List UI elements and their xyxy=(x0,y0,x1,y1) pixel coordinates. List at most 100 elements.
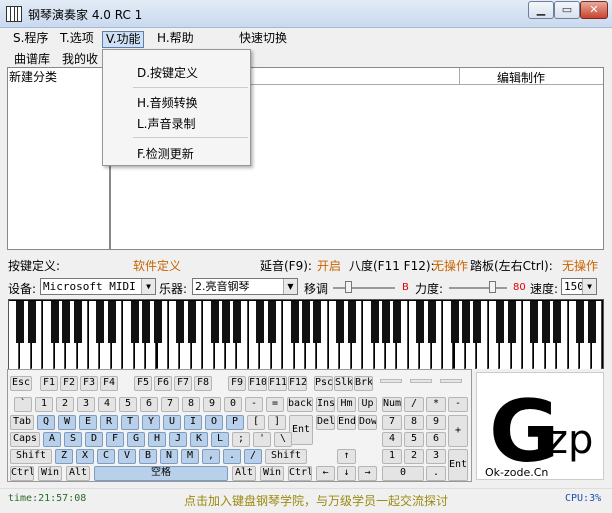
piano-black-key[interactable] xyxy=(210,301,219,343)
key-f8[interactable]: F8 xyxy=(194,376,212,391)
piano-black-key[interactable] xyxy=(256,301,265,343)
key[interactable]: . xyxy=(426,466,446,481)
key[interactable]: - xyxy=(448,397,468,412)
key[interactable]: 6 xyxy=(426,432,446,447)
piano-black-key[interactable] xyxy=(153,301,162,343)
key[interactable]: Q xyxy=(37,415,55,430)
key[interactable]: J xyxy=(169,432,187,447)
piano-black-key[interactable] xyxy=(507,301,516,343)
key[interactable]: G xyxy=(127,432,145,447)
key[interactable]: ] xyxy=(268,415,286,430)
key[interactable]: Shift xyxy=(265,449,307,464)
pedal-value[interactable]: 无操作 xyxy=(562,257,598,274)
key[interactable]: C xyxy=(97,449,115,464)
tab-favorites[interactable]: 我的收藏 xyxy=(58,51,106,67)
menu-help[interactable]: H.帮助 xyxy=(154,31,197,48)
key[interactable]: \ xyxy=(274,432,292,447)
menu-quick-switch[interactable]: 快速切换 xyxy=(236,31,290,48)
key[interactable]: Win xyxy=(260,466,284,481)
key[interactable]: H xyxy=(148,432,166,447)
menu-item-sound-record[interactable]: L.声音录制 xyxy=(137,115,196,132)
instrument-select[interactable]: 2.亮音钢琴 ▼ xyxy=(192,278,298,295)
key[interactable]: ' xyxy=(253,432,271,447)
key[interactable]: Alt xyxy=(66,466,90,481)
key[interactable]: A xyxy=(43,432,61,447)
tab-score-library[interactable]: 曲谱库 xyxy=(10,51,54,67)
key[interactable]: P xyxy=(226,415,244,430)
key[interactable]: Caps xyxy=(10,432,40,447)
key-plus[interactable]: + xyxy=(448,415,468,447)
transpose-slider[interactable] xyxy=(333,279,395,295)
key[interactable]: 8 xyxy=(404,415,424,430)
piano-black-key[interactable] xyxy=(302,301,310,343)
key[interactable]: / xyxy=(244,449,262,464)
keydef-value[interactable]: 软件定义 xyxy=(133,257,181,274)
key[interactable]: L xyxy=(211,432,229,447)
key[interactable]: 4 xyxy=(98,397,116,412)
minimize-button[interactable]: ▁ xyxy=(528,1,554,19)
piano-black-key[interactable] xyxy=(50,301,59,343)
key[interactable]: Ctrl xyxy=(288,466,312,481)
sustain-value[interactable]: 开启 xyxy=(317,257,341,274)
piano-black-key[interactable] xyxy=(267,301,276,343)
piano-black-key[interactable] xyxy=(27,301,36,343)
menu-item-check-update[interactable]: F.检测更新 xyxy=(137,145,194,162)
slider-thumb[interactable] xyxy=(345,281,352,293)
key[interactable]: Dow xyxy=(358,415,377,430)
key[interactable]: Shift xyxy=(10,449,52,464)
piano-black-key[interactable] xyxy=(62,301,71,343)
key[interactable]: K xyxy=(190,432,208,447)
key[interactable]: ` xyxy=(14,397,32,412)
key[interactable]: Ctrl xyxy=(10,466,34,481)
key[interactable]: End xyxy=(337,415,356,430)
key[interactable]: Ent xyxy=(289,415,313,445)
maximize-button[interactable]: ▭ xyxy=(554,1,580,19)
piano-black-key[interactable] xyxy=(450,301,459,343)
key-f9[interactable]: F9 xyxy=(228,376,246,391)
key[interactable]: 9 xyxy=(203,397,221,412)
key[interactable]: 3 xyxy=(77,397,95,412)
close-button[interactable]: ✕ xyxy=(580,1,608,19)
key[interactable]: 2 xyxy=(56,397,74,412)
key[interactable]: M xyxy=(181,449,199,464)
piano-black-key[interactable] xyxy=(461,301,470,343)
promo-link[interactable]: 点击加入键盘钢琴学院，与万级学员一起交流探讨 xyxy=(184,492,448,509)
key-f10[interactable]: F10 xyxy=(248,376,267,391)
key[interactable]: 9 xyxy=(426,415,446,430)
category-panel[interactable]: 新建分类 xyxy=(7,67,110,250)
key[interactable]: = xyxy=(266,397,284,412)
key-f6[interactable]: F6 xyxy=(154,376,172,391)
arrow-right-key[interactable]: → xyxy=(358,466,377,481)
menu-item-key-definition[interactable]: D.按键定义 xyxy=(137,64,198,81)
octave-value[interactable]: 无操作 xyxy=(432,257,468,274)
key-f7[interactable]: F7 xyxy=(174,376,192,391)
piano-black-key[interactable] xyxy=(73,301,82,343)
key[interactable]: Del xyxy=(316,415,335,430)
piano-black-key[interactable] xyxy=(587,301,596,343)
key[interactable]: 6 xyxy=(140,397,158,412)
key[interactable]: S xyxy=(64,432,82,447)
piano-black-key[interactable] xyxy=(576,301,585,343)
slider-thumb[interactable] xyxy=(489,281,496,293)
key-enter[interactable]: Ent xyxy=(448,449,468,481)
piano-black-key[interactable] xyxy=(142,301,151,343)
key-brk[interactable]: Brk xyxy=(354,376,373,391)
piano-black-key[interactable] xyxy=(96,301,105,343)
key[interactable]: I xyxy=(184,415,202,430)
key-f2[interactable]: F2 xyxy=(60,376,78,391)
key[interactable]: V xyxy=(118,449,136,464)
key-f1[interactable]: F1 xyxy=(40,376,58,391)
piano-black-key[interactable] xyxy=(530,301,539,343)
key[interactable]: B xyxy=(139,449,157,464)
speed-select[interactable]: 150 ▼ xyxy=(561,278,597,295)
piano-black-key[interactable] xyxy=(370,301,379,343)
key[interactable]: 8 xyxy=(182,397,200,412)
key[interactable]: 5 xyxy=(119,397,137,412)
piano-black-key[interactable] xyxy=(393,301,402,343)
key[interactable]: 2 xyxy=(404,449,424,464)
key[interactable]: back xyxy=(287,397,313,412)
key[interactable]: - xyxy=(245,397,263,412)
piano-black-key[interactable] xyxy=(130,301,139,343)
piano-black-key[interactable] xyxy=(473,301,482,343)
key[interactable]: R xyxy=(100,415,118,430)
